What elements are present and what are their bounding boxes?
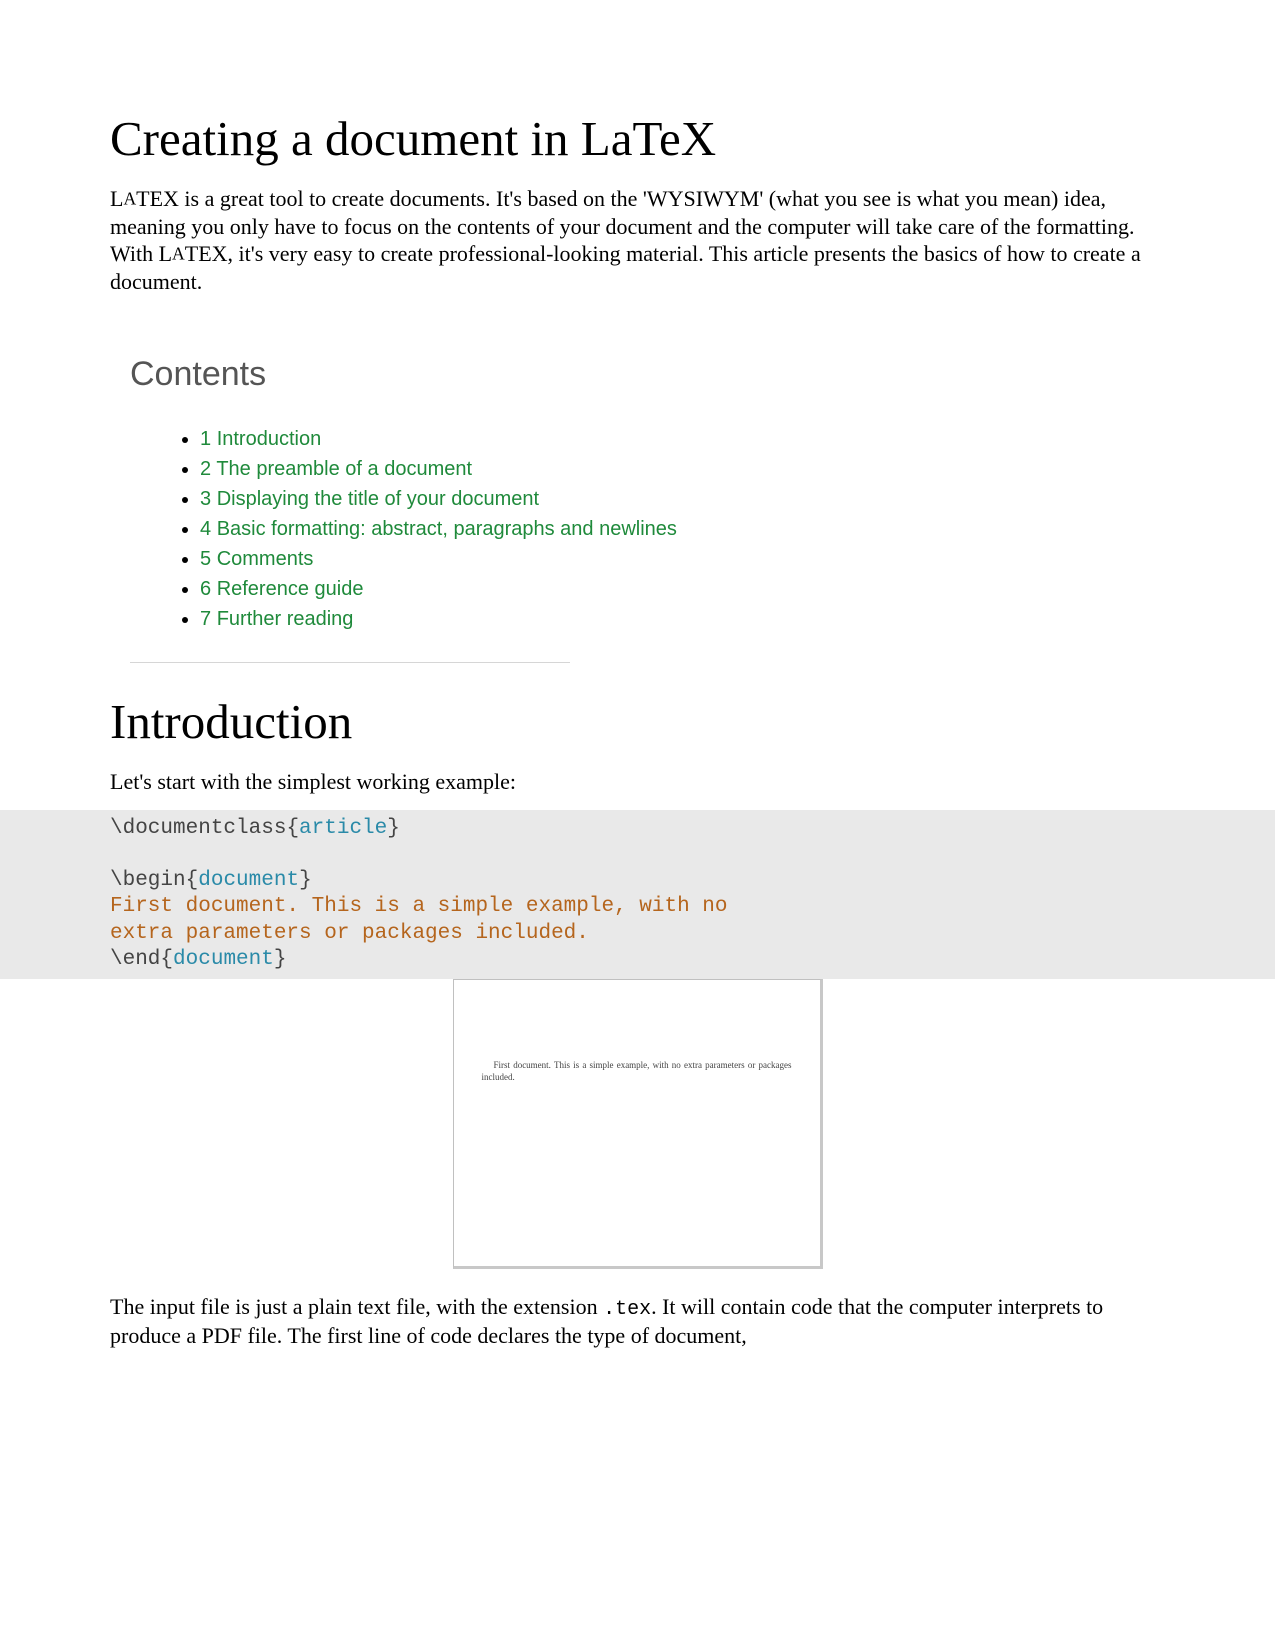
intro-paragraph: LATEX is a great tool to create document… [110,185,1165,295]
code-cmd: \end [110,948,160,971]
brace: } [387,817,400,840]
explanation-paragraph: The input file is just a plain text file… [110,1293,1165,1350]
toc-link-introduction[interactable]: 1 Introduction [200,428,321,450]
latex-a-2: A [172,243,185,263]
toc-item: 6 Reference guide [200,574,1145,604]
code-arg: document [173,948,274,971]
toc-link-title[interactable]: 3 Displaying the title of your document [200,488,539,510]
toc-item: 7 Further reading [200,604,1145,634]
toc-link-preamble[interactable]: 2 The preamble of a document [200,458,472,480]
toc-num: 7 [200,608,211,630]
toc-link-reference[interactable]: 6 Reference guide [200,578,363,600]
toc-num: 2 [200,458,211,480]
table-of-contents: 1 Introduction 2 The preamble of a docum… [130,424,1145,634]
toc-num: 1 [200,428,211,450]
toc-item: 4 Basic formatting: abstract, paragraphs… [200,514,1145,544]
preview-container: First document. This is a simple example… [110,979,1165,1269]
code-example: \documentclass{article} \begin{document}… [0,810,1275,980]
toc-link-further[interactable]: 7 Further reading [200,608,353,630]
toc-item: 3 Displaying the title of your document [200,484,1145,514]
toc-label: Basic formatting: abstract, paragraphs a… [217,518,677,540]
toc-link-comments[interactable]: 5 Comments [200,548,313,570]
toc-label: The preamble of a document [216,458,472,480]
brace: } [299,869,312,892]
toc-link-formatting[interactable]: 4 Basic formatting: abstract, paragraphs… [200,518,677,540]
code-text: extra parameters or packages included. [110,922,589,945]
preview-text: First document. This is a simple example… [482,1060,792,1083]
latex-a: A [123,188,136,208]
toc-label: Displaying the title of your document [217,488,539,510]
contents-block: Contents 1 Introduction 2 The preamble o… [110,335,1165,663]
code-arg: article [299,817,387,840]
section1-lead: Let's start with the simplest working ex… [110,768,1165,796]
toc-num: 4 [200,518,211,540]
toc-item: 1 Introduction [200,424,1145,454]
brace: { [286,817,299,840]
section-heading-introduction: Introduction [110,693,1165,750]
contents-heading: Contents [130,355,1145,394]
toc-num: 5 [200,548,211,570]
page-title: Creating a document in LaTeX [110,110,1165,167]
inline-code-tex: .tex [603,1298,651,1321]
toc-item: 5 Comments [200,544,1145,574]
toc-label: Reference guide [217,578,364,600]
pdf-preview: First document. This is a simple example… [453,979,823,1269]
intro-text-2: TEX, it's very easy to create profession… [110,241,1141,294]
brace: { [186,869,199,892]
para2-a: The input file is just a plain text file… [110,1294,603,1319]
brace: { [160,948,173,971]
code-cmd: \documentclass [110,817,286,840]
divider [130,662,570,663]
latex-l: L [110,186,123,211]
toc-label: Further reading [217,608,354,630]
toc-num: 3 [200,488,211,510]
toc-num: 6 [200,578,211,600]
brace: } [274,948,287,971]
toc-label: Comments [217,548,314,570]
code-arg: document [198,869,299,892]
code-cmd: \begin [110,869,186,892]
toc-label: Introduction [217,428,322,450]
code-text: First document. This is a simple example… [110,895,740,918]
toc-item: 2 The preamble of a document [200,454,1145,484]
document-page: Creating a document in LaTeX LATEX is a … [0,0,1275,1651]
